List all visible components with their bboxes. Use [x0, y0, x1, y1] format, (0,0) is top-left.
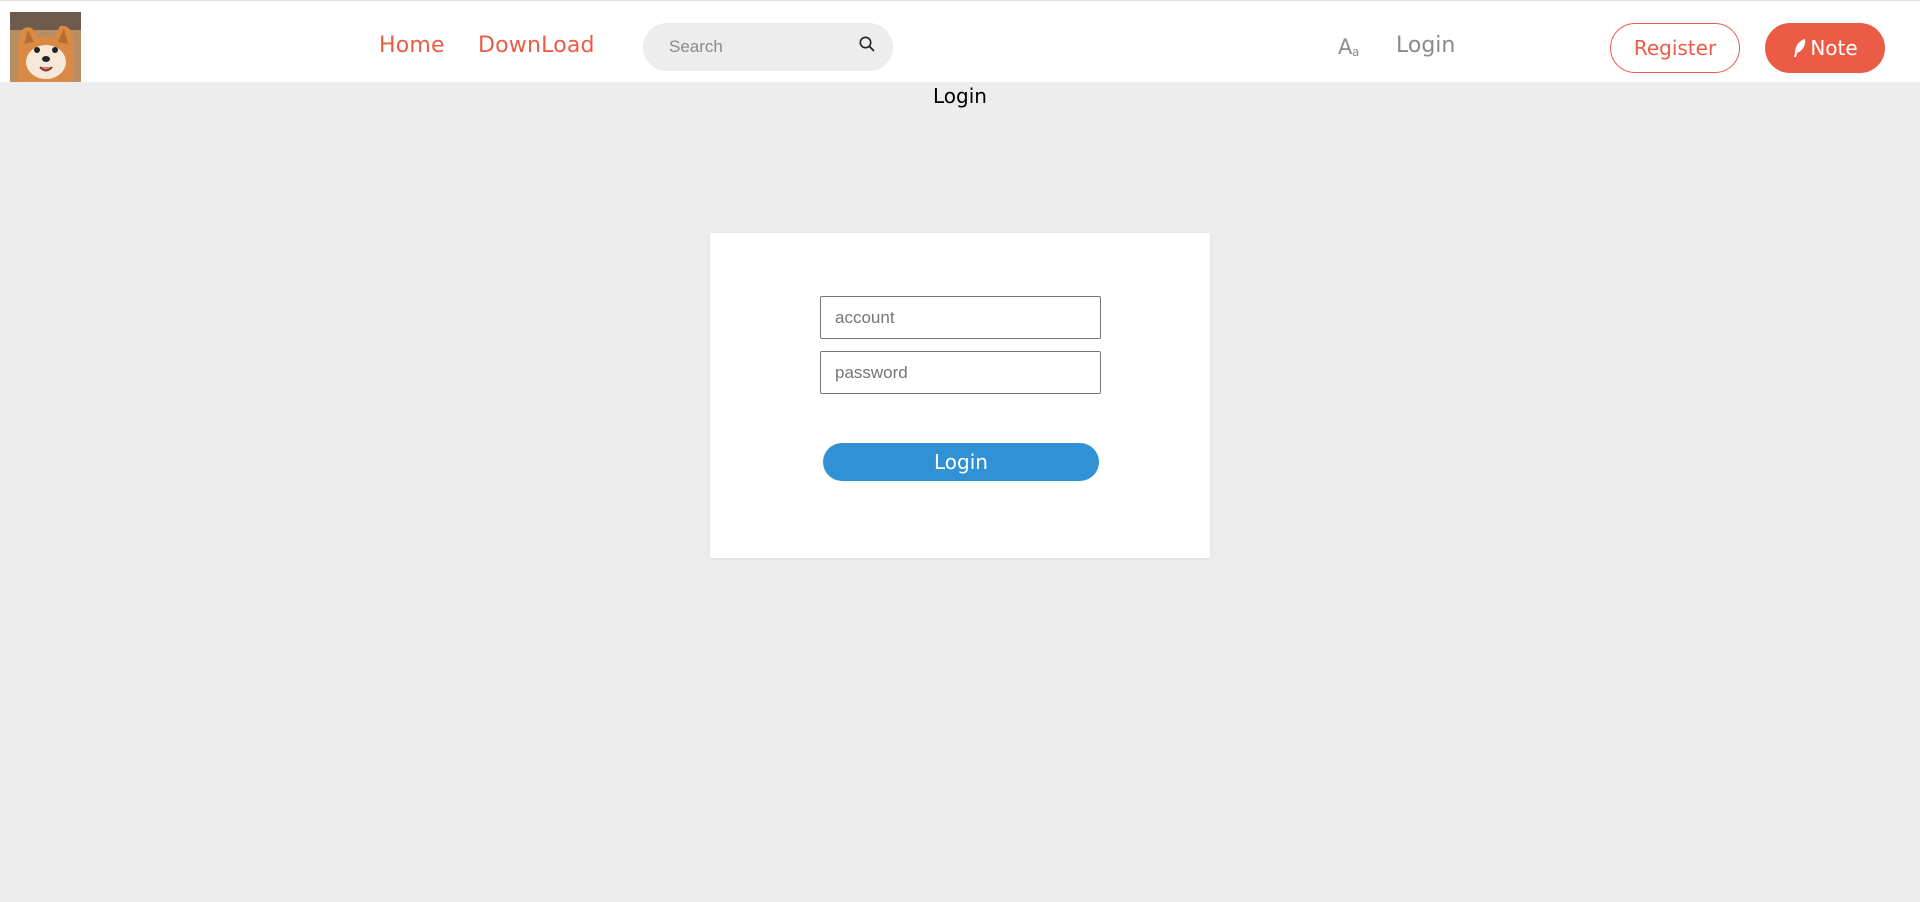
account-field[interactable]: [820, 296, 1101, 339]
font-size-icon-large-letter: A: [1338, 35, 1353, 59]
search-icon[interactable]: [858, 35, 876, 53]
nav-download-link[interactable]: DownLoad: [478, 29, 595, 63]
nav-login-link[interactable]: Login: [1396, 29, 1455, 63]
login-submit-button[interactable]: Login: [823, 443, 1099, 481]
avatar[interactable]: [10, 12, 81, 82]
register-button[interactable]: Register: [1610, 23, 1740, 73]
search-input[interactable]: [667, 31, 847, 63]
nav-home-link[interactable]: Home: [379, 29, 445, 63]
note-button[interactable]: Note: [1765, 23, 1885, 73]
password-field[interactable]: [820, 351, 1101, 394]
feather-icon: [1794, 39, 1806, 57]
note-button-label: Note: [1810, 36, 1858, 60]
register-button-label: Register: [1633, 36, 1717, 60]
shiba-dog-avatar-icon: [10, 12, 81, 82]
top-navbar: Home DownLoad A a Login Register Note: [0, 0, 1920, 82]
search-box: [643, 23, 893, 71]
login-card: Login: [710, 233, 1210, 558]
page-title: Login: [933, 84, 987, 108]
font-size-icon[interactable]: A a: [1338, 33, 1362, 61]
font-size-icon-small-letter: a: [1352, 45, 1360, 59]
